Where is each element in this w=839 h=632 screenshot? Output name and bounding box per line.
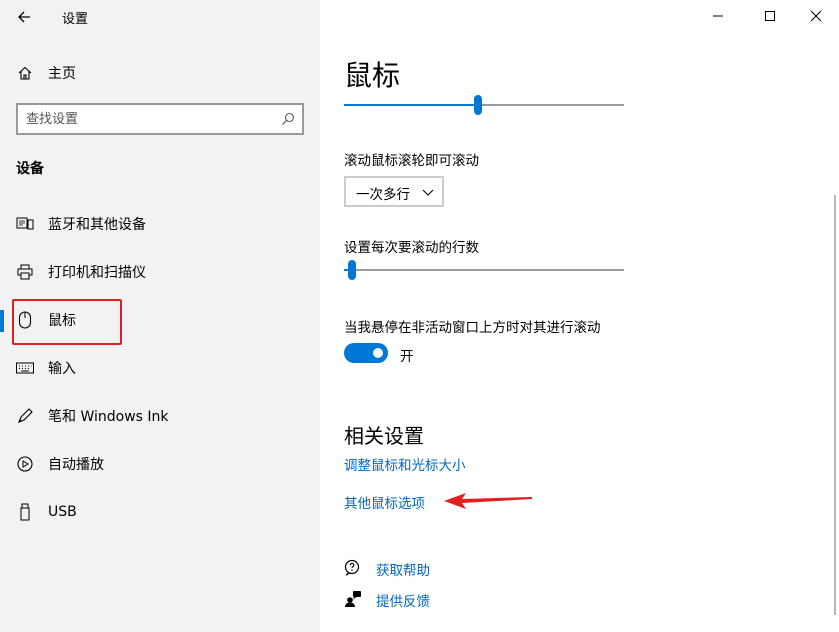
keyboard-icon [16,359,34,377]
get-help-link[interactable]: 获取帮助 [376,559,430,579]
maximize-icon [765,11,775,21]
related-settings-title: 相关设置 [344,424,424,448]
inactive-scroll-toggle[interactable] [344,343,388,363]
window-title: 设置 [62,12,89,27]
lines-to-scroll-slider[interactable] [344,258,624,282]
autoplay-icon [16,455,34,473]
sidebar-item-label: 笔和 Windows Ink [48,409,169,425]
sidebar-item-usb[interactable]: USB [0,492,320,532]
sidebar-item-bluetooth[interactable]: 蓝牙和其他设备 [0,204,320,244]
give-feedback-link[interactable]: 提供反馈 [376,590,430,610]
adjust-mouse-cursor-size-link[interactable]: 调整鼠标和光标大小 [344,454,466,474]
content-pane: 鼠标 滚动鼠标滚轮即可滚动 一次多行 设置每次要滚动的行数 当我悬停在非活动窗口… [320,0,839,632]
help-chat-icon [344,559,360,576]
sidebar-item-pen[interactable]: 笔和 Windows Ink [0,396,320,436]
minimize-icon [713,15,723,17]
bluetooth-devices-icon [16,215,34,233]
toggle-state-label: 开 [400,349,414,365]
scroll-wheel-label: 滚动鼠标滚轮即可滚动 [344,153,479,169]
lines-to-scroll-label: 设置每次要滚动的行数 [344,240,479,256]
page-title: 鼠标 [344,59,401,92]
search-icon [282,112,295,125]
sidebar-item-printers[interactable]: 打印机和扫描仪 [0,252,320,292]
chevron-down-icon [422,189,434,196]
back-button[interactable] [8,2,40,32]
give-feedback-row[interactable]: 提供反馈 [344,589,544,610]
slider-track [344,269,624,271]
sidebar-item-label: USB [48,504,77,520]
sidebar-item-autoplay[interactable]: 自动播放 [0,444,320,484]
annotation-highlight-box [12,299,122,345]
primary-slider[interactable] [344,93,624,117]
slider-fill [344,104,478,106]
scroll-mode-dropdown[interactable]: 一次多行 [344,176,444,207]
dropdown-value: 一次多行 [356,187,410,203]
get-help-row[interactable]: 获取帮助 [344,558,544,579]
sidebar-item-typing[interactable]: 输入 [0,348,320,388]
section-header: 设备 [16,161,44,177]
scrollbar[interactable] [834,195,836,615]
additional-mouse-options-link[interactable]: 其他鼠标选项 [344,492,425,512]
sidebar: 设置 主页 设备 蓝牙和其他设备 打印机和扫描仪 鼠标 [0,0,320,632]
sidebar-item-home[interactable]: 主页 [0,53,320,93]
sidebar-item-label: 输入 [48,361,76,377]
sidebar-item-label: 主页 [48,66,76,82]
sidebar-item-label: 打印机和扫描仪 [48,265,146,281]
search-box[interactable] [16,103,304,135]
feedback-icon [345,591,361,607]
printer-icon [16,263,34,281]
slider-thumb[interactable] [474,95,482,115]
search-input[interactable] [26,109,271,129]
pen-icon [16,407,34,425]
sidebar-item-label: 蓝牙和其他设备 [48,217,146,233]
close-icon [810,10,822,22]
back-arrow-icon [18,11,30,23]
annotation-arrow [444,493,532,509]
inactive-scroll-label: 当我悬停在非活动窗口上方时对其进行滚动 [344,320,601,336]
home-icon [16,64,34,82]
minimize-button[interactable] [695,0,741,32]
close-button[interactable] [793,0,839,32]
sidebar-item-label: 自动播放 [48,457,104,473]
slider-thumb[interactable] [348,260,356,280]
toggle-knob [373,348,383,358]
usb-icon [16,503,34,521]
maximize-button[interactable] [747,0,793,32]
